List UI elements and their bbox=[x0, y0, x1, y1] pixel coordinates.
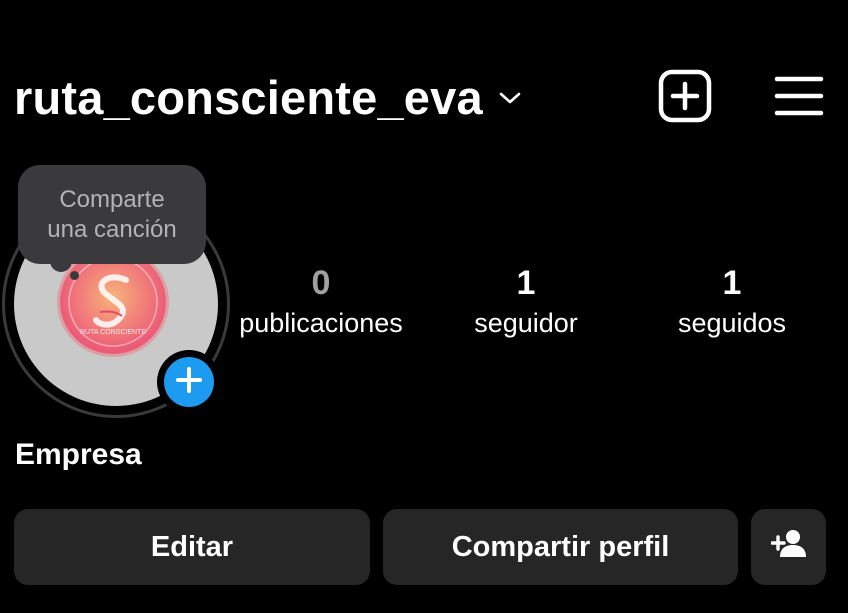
add-person-icon bbox=[769, 528, 807, 566]
add-story-circle bbox=[164, 357, 214, 407]
following-value: 1 bbox=[722, 264, 742, 302]
plus-square-icon bbox=[658, 69, 712, 128]
profile-page: ruta_consciente_eva RUTA CONSCIENTE Comp… bbox=[0, 0, 848, 613]
chevron-down-icon bbox=[497, 85, 523, 111]
note-line-1: Comparte bbox=[59, 185, 165, 213]
note-bubble-tail bbox=[50, 250, 72, 272]
following-label: seguidos bbox=[677, 308, 787, 338]
logo-text: RUTA CONSCIENTE bbox=[80, 329, 146, 336]
note-line-2: una canción bbox=[47, 215, 177, 243]
account-switcher[interactable]: ruta_consciente_eva bbox=[14, 70, 523, 126]
share-profile-label: Compartir perfil bbox=[451, 530, 670, 563]
new-post-button[interactable] bbox=[657, 69, 713, 128]
posts-count[interactable]: 0 publicaciones bbox=[226, 262, 416, 340]
followers-label: seguidor bbox=[474, 308, 578, 338]
note-bubble[interactable]: Comparte una canción bbox=[18, 165, 206, 264]
discover-people-button[interactable] bbox=[751, 509, 826, 585]
profile-header: ruta_consciente_eva bbox=[14, 60, 834, 140]
edit-profile-label: Editar bbox=[150, 530, 234, 563]
share-profile-button[interactable]: Compartir perfil bbox=[383, 509, 738, 585]
followers-count[interactable]: 1 seguidor bbox=[440, 262, 612, 340]
username: ruta_consciente_eva bbox=[14, 71, 483, 124]
add-story-button[interactable] bbox=[157, 350, 221, 414]
note-bubble-tail-dot bbox=[70, 271, 79, 280]
profile-category: Empresa bbox=[15, 438, 142, 471]
hamburger-menu-icon bbox=[774, 75, 824, 122]
posts-value: 0 bbox=[311, 264, 331, 302]
edit-profile-button[interactable]: Editar bbox=[14, 509, 370, 585]
brand-logo: RUTA CONSCIENTE bbox=[60, 250, 166, 354]
menu-button[interactable] bbox=[772, 72, 826, 124]
following-count[interactable]: 1 seguidos bbox=[650, 262, 814, 340]
posts-label: publicaciones bbox=[239, 308, 403, 338]
followers-value: 1 bbox=[516, 264, 536, 302]
plus-icon bbox=[175, 366, 203, 399]
